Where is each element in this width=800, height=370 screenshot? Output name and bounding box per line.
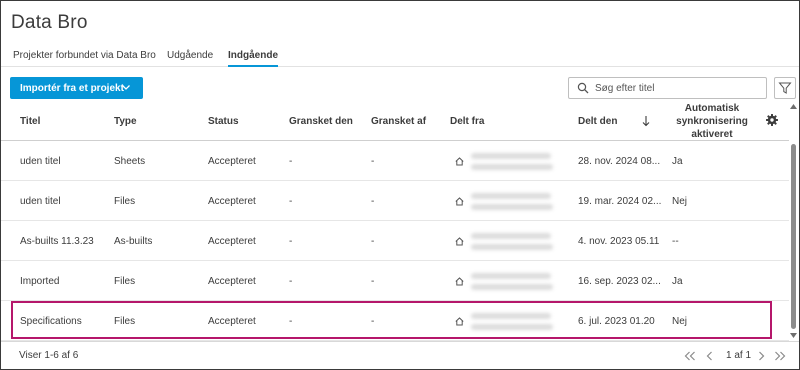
cell-reviewed-on: -: [289, 315, 293, 327]
cell-shared-on: 16. sep. 2023 02...: [578, 275, 661, 287]
double-chevron-right-icon: [775, 351, 786, 361]
cell-title: uden titel: [20, 195, 61, 207]
cell-reviewed-by: -: [371, 195, 375, 207]
cell-reviewed-by: -: [371, 235, 375, 247]
cell-title: uden titel: [20, 155, 61, 167]
cell-shared-on: 6. jul. 2023 01.20: [578, 315, 655, 327]
cell-reviewed-on: -: [289, 195, 293, 207]
sort-arrow-down-icon[interactable]: [641, 115, 651, 127]
cell-auto-sync: Ja: [672, 275, 683, 287]
tab-outgoing[interactable]: Udgående: [167, 50, 213, 67]
chevron-down-icon: [122, 85, 130, 90]
cell-status: Accepteret: [208, 275, 256, 287]
search-icon: [577, 82, 589, 94]
tab-connected-projects[interactable]: Projekter forbundet via Data Bro: [13, 50, 156, 67]
cell-reviewed-on: -: [289, 155, 293, 167]
column-header-type[interactable]: Type: [114, 101, 137, 141]
redacted-shared-from-project: [471, 244, 553, 250]
chevron-left-icon: [706, 351, 712, 361]
search-box[interactable]: [568, 77, 767, 99]
app-window: Data Bro Projekter forbundet via Data Br…: [0, 0, 800, 370]
cell-auto-sync: Ja: [672, 155, 683, 167]
scroll-up-arrow-icon[interactable]: [790, 104, 797, 109]
last-page-button[interactable]: [774, 349, 786, 363]
filter-icon: [778, 82, 792, 94]
auto-sync-header-line-2: synkronisering: [676, 115, 748, 127]
scroll-down-arrow-icon[interactable]: [790, 333, 797, 338]
redacted-shared-from-name: [471, 273, 551, 279]
chevron-right-icon: [759, 351, 765, 361]
cell-shared-on: 19. mar. 2024 02...: [578, 195, 662, 207]
redacted-shared-from-name: [471, 313, 551, 319]
table-row[interactable]: Specifications Files Accepteret - - 6. j…: [1, 301, 789, 341]
cell-auto-sync: Nej: [672, 315, 688, 327]
cell-auto-sync: Nej: [672, 195, 688, 207]
previous-page-button[interactable]: [705, 349, 715, 363]
cell-auto-sync: --: [672, 235, 679, 247]
table-row[interactable]: uden titel Sheets Accepteret - - 28. nov…: [1, 141, 789, 181]
cell-status: Accepteret: [208, 315, 256, 327]
cell-shared-on: 4. nov. 2023 05.11: [578, 235, 660, 247]
cell-reviewed-on: -: [289, 275, 293, 287]
import-button-label: Importér fra et projekt: [20, 82, 124, 94]
table-row[interactable]: As-builts 11.3.23 As-builts Accepteret -…: [1, 221, 789, 261]
home-icon: [455, 317, 464, 326]
cell-type: Files: [114, 195, 136, 207]
search-input[interactable]: [595, 82, 755, 94]
home-icon: [455, 157, 464, 166]
redacted-shared-from-project: [471, 204, 553, 210]
redacted-shared-from-name: [471, 193, 551, 199]
column-header-shared-on[interactable]: Delt den: [578, 101, 617, 141]
cell-status: Accepteret: [208, 195, 256, 207]
table-row[interactable]: uden titel Files Accepteret - - 19. mar.…: [1, 181, 789, 221]
cell-title: Imported: [20, 275, 60, 287]
table-header: Titel Type Status Gransket den Gransket …: [1, 101, 789, 141]
home-icon: [455, 237, 464, 246]
tab-bar: Projekter forbundet via Data Bro Udgåend…: [1, 46, 799, 67]
cell-type: As-builts: [114, 235, 153, 247]
first-page-button[interactable]: [684, 349, 696, 363]
home-icon: [455, 277, 464, 286]
auto-sync-header-line-3: aktiveret: [691, 128, 733, 140]
showing-count: Viser 1-6 af 6: [19, 350, 79, 361]
scrollbar-thumb[interactable]: [791, 144, 796, 329]
column-header-shared-from[interactable]: Delt fra: [450, 101, 484, 141]
column-header-status[interactable]: Status: [208, 101, 239, 141]
page-indicator: 1 af 1: [726, 350, 752, 361]
cell-type: Files: [114, 275, 136, 287]
cell-type: Files: [114, 315, 136, 327]
column-header-reviewed-by[interactable]: Gransket af: [371, 101, 426, 141]
home-icon: [455, 197, 464, 206]
footer-divider: [1, 341, 799, 342]
page-title: Data Bro: [11, 12, 88, 33]
vertical-scrollbar[interactable]: [789, 101, 798, 341]
import-from-project-button[interactable]: Importér fra et projekt: [10, 77, 143, 99]
double-chevron-left-icon: [684, 351, 695, 361]
redacted-shared-from-project: [471, 324, 553, 330]
cell-type: Sheets: [114, 155, 146, 167]
table-row[interactable]: Imported Files Accepteret - - 16. sep. 2…: [1, 261, 789, 301]
redacted-shared-from-project: [471, 164, 553, 170]
cell-reviewed-by: -: [371, 315, 375, 327]
redacted-shared-from-name: [471, 153, 551, 159]
cell-shared-on: 28. nov. 2024 08...: [578, 155, 661, 167]
column-header-auto-sync[interactable]: Automatisk synkronisering aktiveret: [669, 101, 755, 141]
redacted-shared-from-project: [471, 284, 553, 290]
cell-reviewed-by: -: [371, 155, 375, 167]
tab-incoming[interactable]: Indgående: [228, 50, 279, 67]
cell-reviewed-by: -: [371, 275, 375, 287]
next-page-button[interactable]: [756, 349, 766, 363]
cell-title: Specifications: [20, 315, 82, 327]
redacted-shared-from-name: [471, 233, 551, 239]
column-header-title[interactable]: Titel: [20, 101, 40, 141]
gear-icon[interactable]: [766, 114, 778, 126]
cell-status: Accepteret: [208, 155, 256, 167]
filter-button[interactable]: [774, 77, 796, 99]
cell-status: Accepteret: [208, 235, 256, 247]
column-header-reviewed-on[interactable]: Gransket den: [289, 101, 353, 141]
cell-reviewed-on: -: [289, 235, 293, 247]
auto-sync-header-line-1: Automatisk: [684, 102, 740, 114]
cell-title: As-builts 11.3.23: [20, 235, 94, 247]
